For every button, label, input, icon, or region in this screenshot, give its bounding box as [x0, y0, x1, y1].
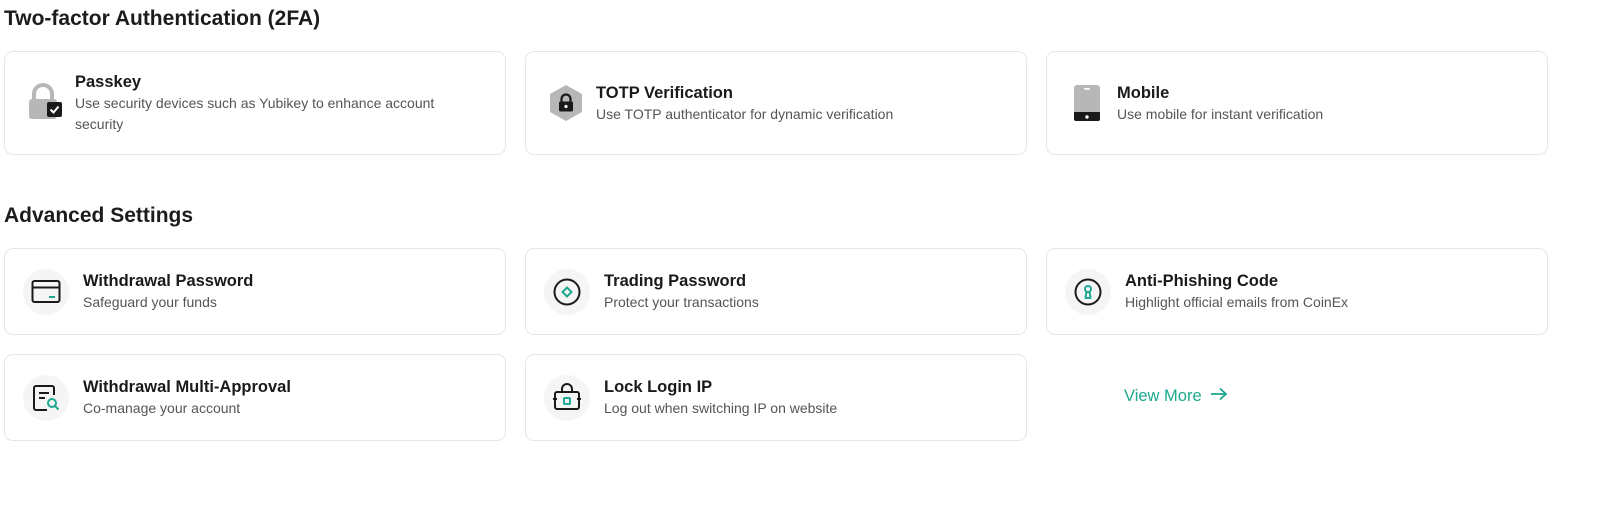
circle-diamond-icon — [544, 268, 590, 315]
anti-phishing-code-title: Anti-Phishing Code — [1125, 272, 1279, 290]
withdrawal-multi-approval-description: Co-manage your account — [83, 400, 241, 416]
withdrawal-multi-approval-title: Withdrawal Multi-Approval — [83, 378, 291, 396]
security-settings-page: Two-factor Authentication (2FA) Passkey … — [0, 0, 1624, 524]
arrow-right-icon — [1210, 387, 1228, 406]
anti-phishing-code-card[interactable]: Anti-Phishing Code Highlight official em… — [1046, 248, 1548, 335]
anti-phishing-code-description: Highlight official emails from CoinEx — [1125, 294, 1349, 310]
briefcase-lock-icon — [544, 374, 590, 421]
view-more-label: View More — [1124, 387, 1202, 405]
document-search-icon — [23, 374, 69, 421]
lock-login-ip-title: Lock Login IP — [604, 378, 713, 396]
hexagon-lock-icon — [548, 83, 584, 123]
trading-password-card[interactable]: Trading Password Protect your transactio… — [525, 248, 1027, 335]
totp-verification-card[interactable]: TOTP Verification Use TOTP authenticator… — [525, 51, 1027, 155]
withdrawal-multi-approval-card[interactable]: Withdrawal Multi-Approval Co-manage your… — [4, 354, 506, 441]
mobile-card[interactable]: Mobile Use mobile for instant verificati… — [1046, 51, 1548, 155]
totp-title: TOTP Verification — [596, 83, 733, 102]
lock-login-ip-description: Log out when switching IP on website — [604, 400, 838, 416]
two-factor-section-title: Two-factor Authentication (2FA) — [4, 7, 321, 30]
view-more-link[interactable]: View More — [1124, 387, 1228, 406]
totp-description: Use TOTP authenticator for dynamic verif… — [596, 105, 894, 122]
withdrawal-password-description: Safeguard your funds — [83, 294, 217, 310]
advanced-settings-section-title: Advanced Settings — [4, 204, 194, 227]
mobile-title: Mobile — [1117, 83, 1170, 102]
passkey-card[interactable]: Passkey Use security devices such as Yub… — [4, 51, 506, 155]
trading-password-title: Trading Password — [604, 272, 747, 290]
mobile-phone-icon — [1069, 83, 1105, 123]
mobile-description: Use mobile for instant verification — [1117, 105, 1324, 122]
withdrawal-password-card[interactable]: Withdrawal Password Safeguard your funds — [4, 248, 506, 335]
keyhole-icon — [1065, 268, 1111, 315]
lock-login-ip-card[interactable]: Lock Login IP Log out when switching IP … — [525, 354, 1027, 441]
withdrawal-password-title: Withdrawal Password — [83, 272, 254, 290]
trading-password-description: Protect your transactions — [604, 294, 759, 310]
padlock-check-icon — [27, 83, 63, 123]
card-icon — [23, 268, 69, 315]
passkey-description: Use security devices such as Yubikey to … — [75, 95, 435, 132]
passkey-title: Passkey — [75, 73, 142, 91]
